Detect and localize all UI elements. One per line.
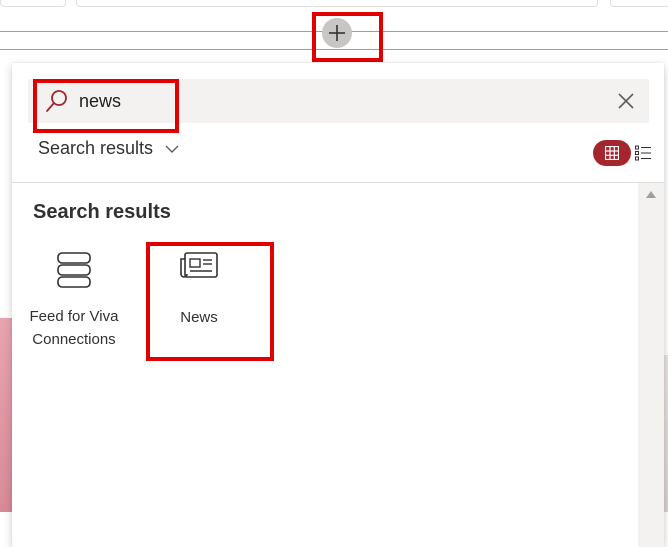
- list-view-toggle[interactable]: [634, 143, 652, 163]
- filter-label: Search results: [38, 138, 154, 158]
- chevron-down-icon: [165, 145, 179, 153]
- webpart-tile-news[interactable]: News: [148, 251, 250, 329]
- webpart-tile-feed-for-viva-connections[interactable]: Feed for Viva Connections: [16, 251, 132, 351]
- tile-label: Feed for Viva: [29, 308, 119, 325]
- add-webpart-button[interactable]: [322, 18, 352, 48]
- close-icon[interactable]: [615, 90, 637, 112]
- section-divider-line: [0, 49, 668, 50]
- webpart-toolbox-panel: Search results Search results: [12, 63, 664, 547]
- tile-label: News: [180, 309, 218, 326]
- grid-view-toggle[interactable]: [593, 140, 631, 166]
- grid-view-icon: [605, 146, 619, 160]
- list-view-icon: [635, 145, 651, 161]
- section-title: Search results: [33, 201, 171, 223]
- divider: [12, 182, 664, 183]
- background-card: [610, 0, 668, 7]
- background-card: [0, 0, 66, 7]
- search-input[interactable]: [77, 89, 581, 113]
- tile-label: Connections: [32, 331, 116, 348]
- plus-icon: [329, 25, 345, 41]
- scrollbar[interactable]: [638, 183, 664, 547]
- background-image: [0, 318, 12, 512]
- results-filter-dropdown[interactable]: Search results: [38, 138, 179, 159]
- scroll-up-icon[interactable]: [646, 191, 656, 198]
- feed-icon: [16, 251, 132, 305]
- background-card: [76, 0, 598, 7]
- news-icon: [148, 251, 250, 306]
- search-icon: [43, 87, 71, 115]
- search-box: [28, 79, 649, 123]
